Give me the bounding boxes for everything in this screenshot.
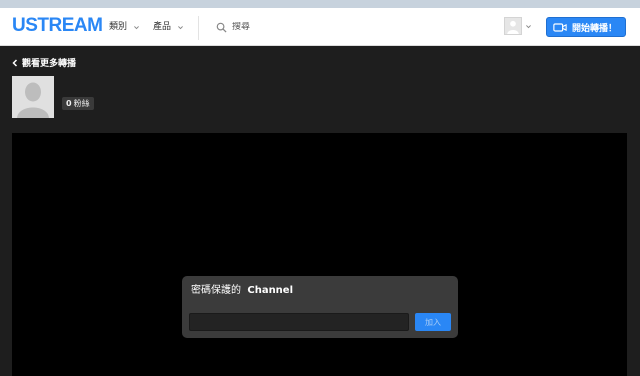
followers-count: 0 [66,99,72,108]
start-broadcast-label: 開始轉播！ [572,23,618,34]
back-link[interactable]: 觀看更多轉播 [12,56,76,69]
chevron-down-icon [178,25,183,29]
video-player[interactable] [12,133,627,376]
user-silhouette-icon [505,18,521,34]
nav-products[interactable]: 產品 [153,20,184,34]
site-header: USTREAM 類別 產品 開始轉播！ [0,8,640,46]
search-icon [216,22,227,33]
followers-badge: 0 粉絲 [62,97,94,110]
camera-icon [553,22,567,32]
nav-categories[interactable]: 類別 [109,20,140,34]
start-broadcast-button[interactable]: 開始轉播！ [546,17,626,37]
browser-top-strip [0,0,640,8]
dialog-title: 密碼保護的 Channel [191,284,293,298]
header-divider [198,16,199,40]
followers-label: 粉絲 [73,99,90,108]
dialog-title-prefix: 密碼保護的 [191,285,241,296]
ustream-logo[interactable]: USTREAM [12,14,103,38]
password-dialog: 密碼保護的 Channel 加入 [182,276,458,338]
chevron-left-icon [12,58,18,67]
user-avatar[interactable] [504,17,522,35]
channel-avatar[interactable] [12,76,54,118]
nav-categories-label: 類別 [109,22,128,32]
search-box[interactable] [216,19,432,35]
nav-products-label: 產品 [153,22,172,32]
chevron-down-icon[interactable] [525,23,532,30]
join-button[interactable]: 加入 [415,313,451,331]
dialog-channel-name: Channel [247,285,294,296]
chevron-down-icon [134,25,139,29]
search-input[interactable] [232,22,432,32]
back-link-label: 觀看更多轉播 [22,59,77,69]
password-input[interactable] [189,313,409,331]
user-silhouette-icon [12,76,54,118]
